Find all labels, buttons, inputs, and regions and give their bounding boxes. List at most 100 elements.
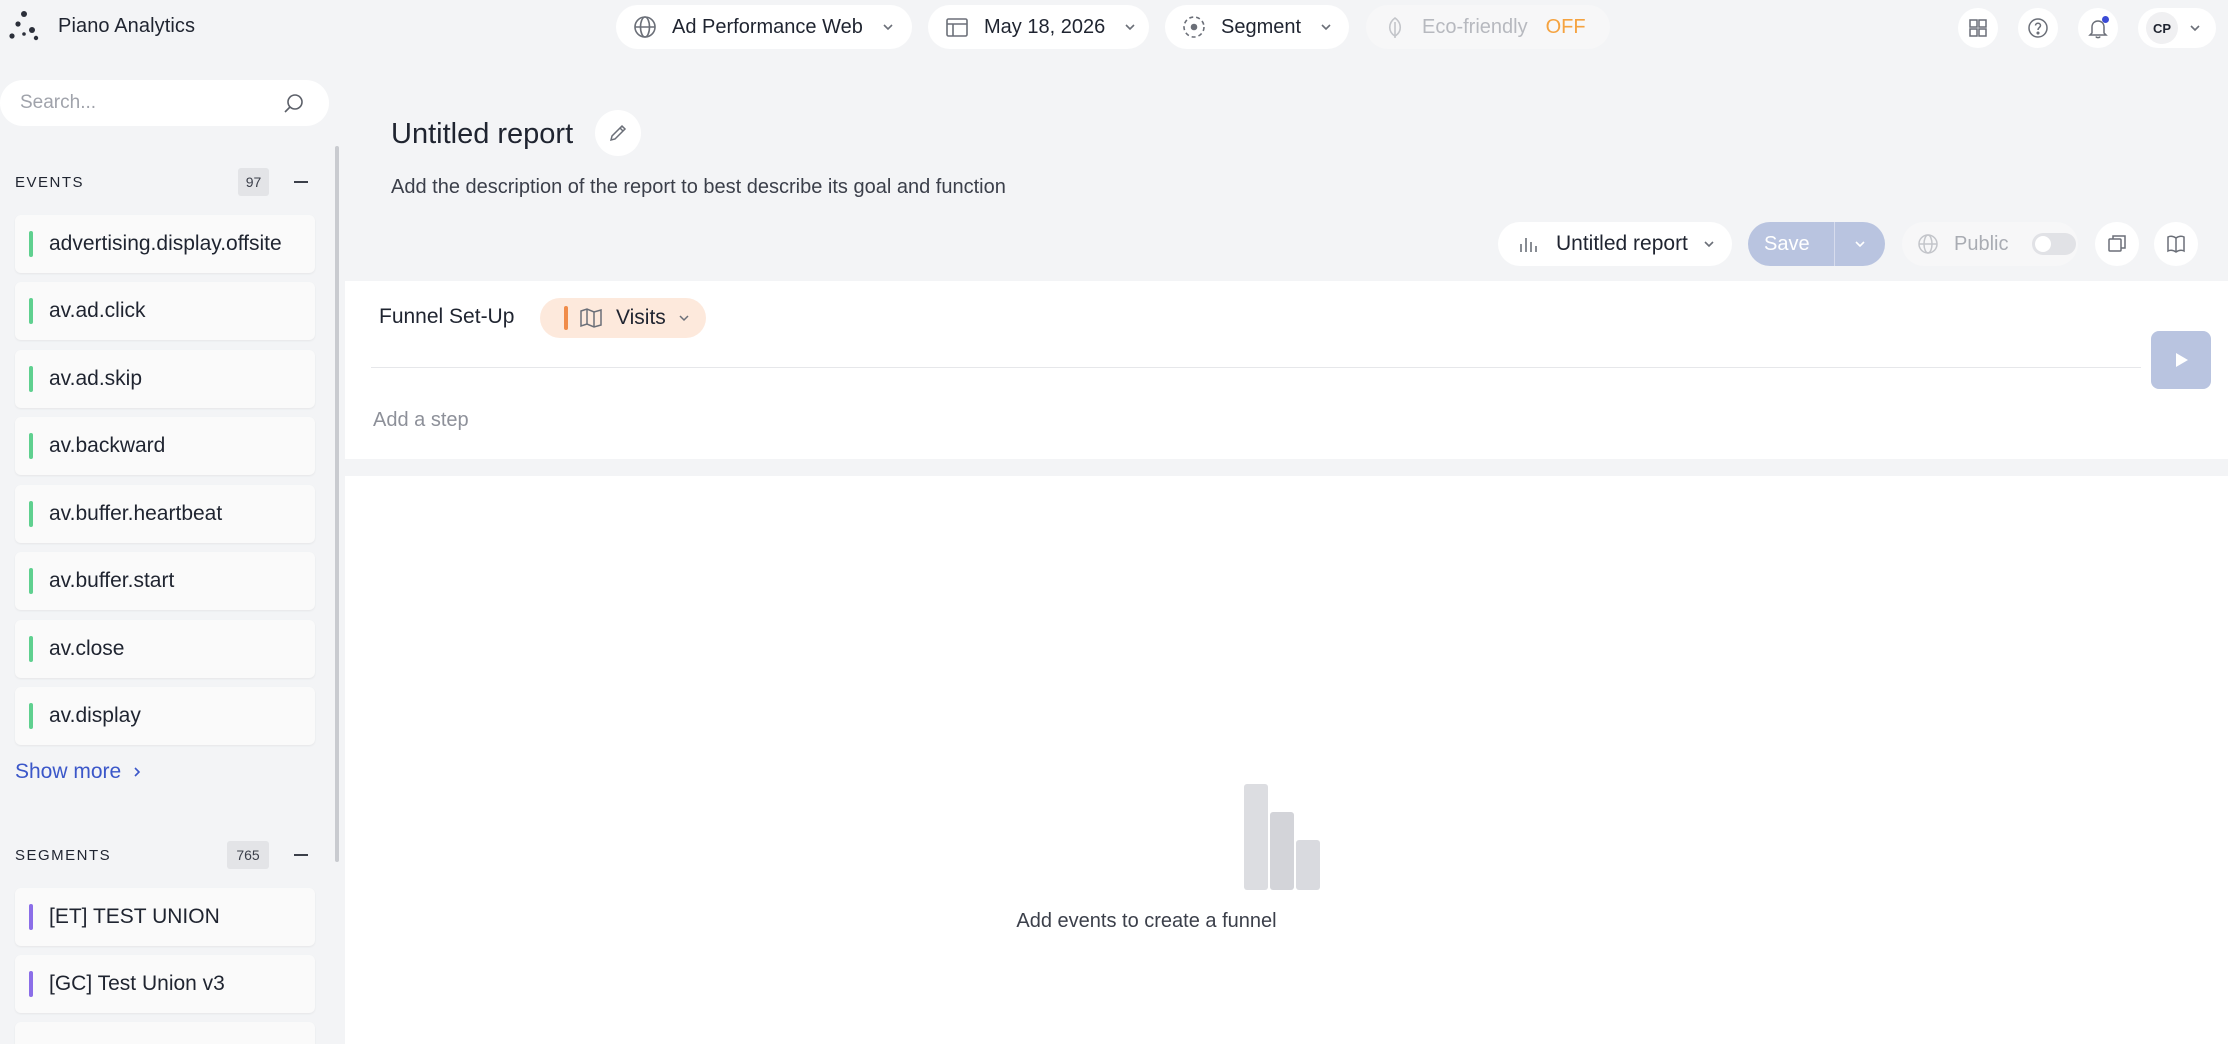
apps-button[interactable] bbox=[1958, 8, 1998, 48]
date-label: May 18, 2026 bbox=[984, 15, 1106, 38]
main-area: Untitled report Add the description of t… bbox=[345, 54, 2228, 1044]
segment-label: Segment bbox=[1221, 15, 1302, 38]
duplicate-button[interactable] bbox=[2095, 222, 2139, 266]
event-label: av.buffer.heartbeat bbox=[49, 502, 223, 525]
sidebar-scrollbar[interactable] bbox=[335, 146, 339, 862]
report-description[interactable]: Add the description of the report to bes… bbox=[391, 176, 1006, 199]
segment-label: [GC] Test Union v3 bbox=[49, 972, 225, 995]
segment-selector[interactable]: Segment bbox=[1165, 5, 1349, 49]
map-icon bbox=[580, 308, 602, 328]
edit-title-button[interactable] bbox=[595, 110, 641, 156]
sidebar: EVENTS 97 advertising.display.offsite av… bbox=[0, 54, 342, 1044]
event-item[interactable]: av.close bbox=[15, 620, 315, 678]
segment-label: [ET] TEST UNION bbox=[49, 905, 220, 928]
event-item[interactable]: av.display bbox=[15, 687, 315, 745]
event-label: av.display bbox=[49, 704, 141, 727]
event-color-bar bbox=[29, 703, 33, 729]
leaf-icon bbox=[1388, 17, 1402, 38]
segments-collapse-icon[interactable] bbox=[294, 854, 308, 856]
book-icon bbox=[2167, 235, 2185, 253]
funnel-setup-label: Funnel Set-Up bbox=[379, 305, 515, 328]
pencil-icon bbox=[609, 124, 627, 142]
show-more-link[interactable]: Show more bbox=[15, 760, 143, 784]
segments-section-header: SEGMENTS 765 bbox=[15, 840, 315, 870]
event-color-bar bbox=[29, 231, 33, 257]
event-label: advertising.display.offsite bbox=[49, 232, 282, 255]
chevron-down-icon bbox=[679, 315, 689, 322]
search-box bbox=[0, 80, 329, 126]
chevron-down-icon[interactable] bbox=[1853, 237, 1867, 251]
documentation-button[interactable] bbox=[2154, 222, 2198, 266]
event-item[interactable]: av.buffer.start bbox=[15, 552, 315, 610]
brand[interactable]: Piano Analytics bbox=[6, 8, 195, 44]
event-color-bar bbox=[29, 501, 33, 527]
event-item[interactable]: av.ad.click bbox=[15, 282, 315, 340]
chevron-down-icon bbox=[1125, 24, 1135, 31]
calendar-icon bbox=[946, 18, 968, 37]
search-icon[interactable] bbox=[283, 92, 305, 114]
add-step-button[interactable]: Add a step bbox=[373, 409, 469, 432]
chevron-down-icon bbox=[883, 24, 893, 31]
metric-color-bar bbox=[564, 306, 568, 330]
empty-state-message: Add events to create a funnel bbox=[1016, 910, 1277, 932]
event-color-bar bbox=[29, 568, 33, 594]
event-label: av.close bbox=[49, 637, 125, 660]
app-title: Piano Analytics bbox=[58, 14, 196, 37]
report-selector-label: Untitled report bbox=[1556, 232, 1688, 255]
empty-chart-icon bbox=[1244, 784, 1320, 890]
save-button[interactable]: Save bbox=[1764, 233, 1834, 256]
report-title[interactable]: Untitled report bbox=[391, 118, 573, 151]
report-selector[interactable]: Untitled report bbox=[1498, 222, 1732, 266]
public-toggle[interactable] bbox=[2032, 233, 2077, 255]
event-item[interactable]: av.backward bbox=[15, 417, 315, 475]
funnel-divider bbox=[371, 367, 2141, 368]
piano-logo-icon bbox=[9, 11, 39, 41]
event-item[interactable]: av.buffer.heartbeat bbox=[15, 485, 315, 543]
user-menu[interactable]: CP bbox=[2138, 8, 2216, 48]
public-toggle-group: Public bbox=[1902, 222, 2078, 266]
globe-icon bbox=[1918, 234, 1938, 254]
segment-color-bar bbox=[29, 904, 33, 930]
segment-color-bar bbox=[29, 971, 33, 997]
save-button-group: Save bbox=[1748, 222, 1885, 266]
event-color-bar bbox=[29, 366, 33, 392]
avatar: CP bbox=[2146, 12, 2178, 44]
search-input[interactable] bbox=[20, 92, 270, 114]
results-panel: Add events to create a funnel bbox=[345, 476, 2228, 1044]
site-selector[interactable]: Ad Performance Web bbox=[616, 5, 912, 49]
chevron-down-icon bbox=[2190, 25, 2200, 32]
chevron-down-icon bbox=[1321, 24, 1331, 31]
event-color-bar bbox=[29, 433, 33, 459]
event-item[interactable]: av.ad.skip bbox=[15, 350, 315, 408]
bar-chart-icon bbox=[1520, 238, 1537, 252]
help-icon bbox=[2028, 18, 2048, 38]
eco-friendly-state: OFF bbox=[1545, 15, 1586, 38]
run-button[interactable] bbox=[2151, 331, 2211, 389]
copy-icon bbox=[2108, 235, 2126, 252]
notifications-button[interactable] bbox=[2078, 8, 2118, 48]
save-divider bbox=[1834, 222, 1835, 266]
eco-friendly-toggle[interactable]: Eco-friendly OFF bbox=[1366, 5, 1610, 49]
event-color-bar bbox=[29, 636, 33, 662]
date-selector[interactable]: May 18, 2026 bbox=[928, 5, 1149, 49]
segments-title: SEGMENTS bbox=[15, 846, 112, 864]
metric-selector[interactable]: Visits bbox=[540, 298, 706, 338]
help-button[interactable] bbox=[2018, 8, 2058, 48]
events-count-badge: 97 bbox=[238, 168, 269, 196]
events-collapse-icon[interactable] bbox=[294, 181, 308, 183]
segment-item[interactable]: [ET] TEST UNION bbox=[15, 888, 315, 946]
chevron-right-icon bbox=[134, 767, 141, 777]
site-label: Ad Performance Web bbox=[672, 15, 863, 38]
grid-icon bbox=[1969, 19, 1987, 37]
public-label: Public bbox=[1954, 232, 2009, 255]
segment-item[interactable]: [GC] Test Union v3 bbox=[15, 955, 315, 1013]
show-more-label: Show more bbox=[15, 760, 122, 783]
events-title: EVENTS bbox=[15, 173, 85, 191]
segments-count-badge: 765 bbox=[227, 841, 269, 869]
event-label: av.ad.skip bbox=[49, 367, 142, 390]
event-item[interactable]: advertising.display.offsite bbox=[15, 215, 315, 273]
segment-item-partial[interactable] bbox=[15, 1022, 315, 1044]
chevron-down-icon bbox=[1704, 241, 1714, 248]
notification-dot bbox=[2102, 16, 2109, 23]
event-label: av.backward bbox=[49, 434, 166, 457]
